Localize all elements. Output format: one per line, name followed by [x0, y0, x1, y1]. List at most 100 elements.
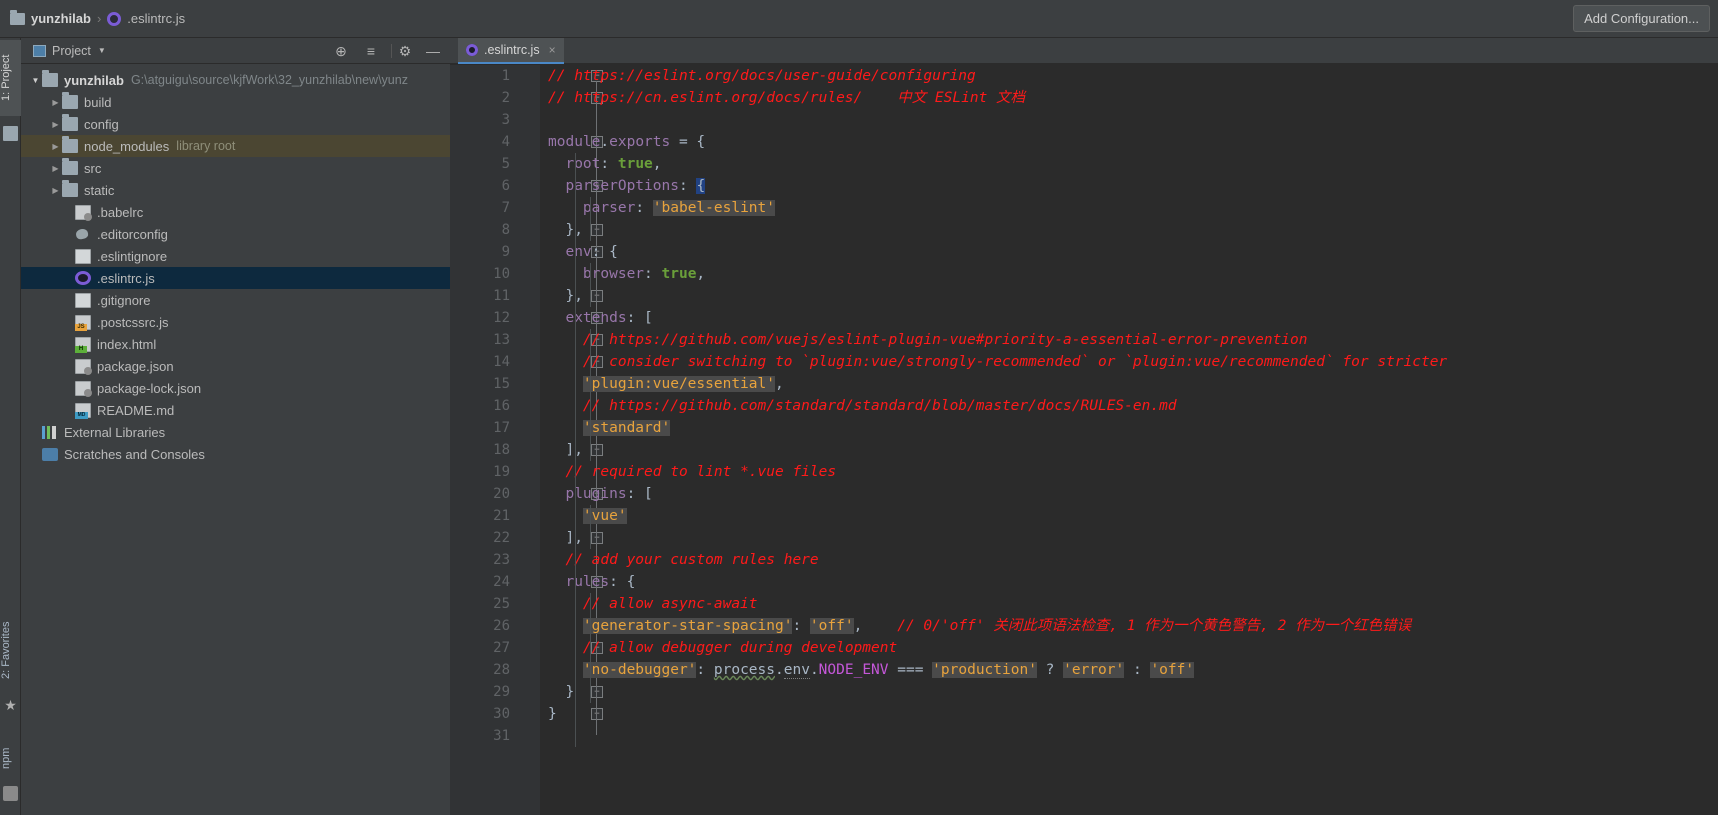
code-token: : [1124, 662, 1151, 678]
code-lines[interactable]: // https://eslint.org/docs/user-guide/co… [540, 65, 1718, 815]
code-line-21[interactable]: 'vue' [540, 505, 1718, 527]
code-line-3[interactable] [540, 109, 1718, 131]
sidebar-tab-project[interactable]: 1: Project [0, 40, 21, 116]
code-token: parserOptions [565, 178, 679, 194]
sidebar-tab-npm[interactable]: npm [0, 738, 21, 778]
tree-item--eslintignore[interactable]: .eslintignore [21, 245, 450, 267]
code-token: 'no-debugger' [582, 662, 697, 678]
code-line-6[interactable]: parserOptions: { [540, 175, 1718, 197]
editorconfig-icon [75, 227, 91, 241]
code-line-10[interactable]: browser: true, [540, 263, 1718, 285]
code-token: , [853, 618, 863, 634]
code-line-9[interactable]: env: { [540, 241, 1718, 263]
code-line-23[interactable]: // add your custom rules here [540, 549, 1718, 571]
code-line-20[interactable]: plugins: [ [540, 483, 1718, 505]
tree-item-src[interactable]: ▶ src [21, 157, 450, 179]
code-line-30[interactable]: } [540, 703, 1718, 725]
breadcrumb-file[interactable]: .eslintrc.js [107, 11, 185, 26]
indent-guide [575, 153, 576, 747]
collapse-all-icon[interactable]: ≡ [362, 42, 380, 60]
code-line-12[interactable]: extends: [ [540, 307, 1718, 329]
code-line-28[interactable]: 'no-debugger': process.env.NODE_ENV === … [540, 659, 1718, 681]
tree-item-package-lock-json[interactable]: package-lock.json [21, 377, 450, 399]
tree-item-label: src [84, 160, 102, 176]
folder-icon [62, 136, 78, 153]
tree-item-index-html[interactable]: index.html [21, 333, 450, 355]
eslint-icon [107, 11, 122, 26]
tree-item-label: package-lock.json [97, 380, 202, 396]
code-line-13[interactable]: // https://github.com/vuejs/eslint-plugi… [540, 329, 1718, 351]
code-line-27[interactable]: // allow debugger during development [540, 637, 1718, 659]
code-line-29[interactable]: } [540, 681, 1718, 703]
code-token: 'plugin:vue/essential' [582, 376, 775, 392]
tree-item-external-libraries[interactable]: External Libraries [21, 421, 450, 443]
code-line-22[interactable]: ], [540, 527, 1718, 549]
tab-eslintrc-js[interactable]: .eslintrc.js × [458, 38, 564, 64]
tree-item-readme-md[interactable]: README.md [21, 399, 450, 421]
tree-item-package-json[interactable]: package.json [21, 355, 450, 377]
code-line-1[interactable]: // https://eslint.org/docs/user-guide/co… [540, 65, 1718, 87]
hide-panel-icon[interactable]: — [424, 42, 442, 60]
chevron-right-icon[interactable]: ▶ [49, 98, 62, 107]
code-token: === [888, 662, 933, 678]
code-line-15[interactable]: 'plugin:vue/essential', [540, 373, 1718, 395]
add-configuration-button[interactable]: Add Configuration... [1573, 5, 1710, 32]
chevron-right-icon[interactable]: ▶ [49, 120, 62, 129]
tree-item-config[interactable]: ▶ config [21, 113, 450, 135]
folder-icon [62, 180, 78, 197]
tab-label: .eslintrc.js [484, 43, 540, 57]
tree-item-static[interactable]: ▶ static [21, 179, 450, 201]
close-icon[interactable]: × [549, 43, 556, 57]
code-line-24[interactable]: rules: { [540, 571, 1718, 593]
tree-item--gitignore[interactable]: .gitignore [21, 289, 450, 311]
code-area[interactable]: 1 2 3 4 5 6 7 8 9 10 11 12 13 14 15 16 17 18 19 20 21 22 23 24 2… [450, 65, 1718, 815]
line-number: 12 [493, 310, 510, 326]
sidebar-tab-favorites[interactable]: 2: Favorites [0, 608, 21, 692]
code-line-11[interactable]: }, [540, 285, 1718, 307]
code-line-4[interactable]: module.exports = { [540, 131, 1718, 153]
line-number: 28 [493, 662, 510, 678]
code-token: 'production' [932, 662, 1037, 678]
breadcrumb-project[interactable]: yunzhilab [10, 9, 91, 26]
locate-file-icon[interactable]: ⊕ [332, 42, 350, 60]
tree-item-yunzhilab[interactable]: ▼ yunzhilab G:\atguigu\source\kjfWork\32_y… [21, 69, 450, 91]
code-line-8[interactable]: }, [540, 219, 1718, 241]
tree-item-label: .editorconfig [97, 226, 168, 242]
indent-guide [590, 329, 591, 461]
code-line-31[interactable] [540, 725, 1718, 747]
chevron-right-icon[interactable]: ▶ [49, 142, 62, 151]
tree-item-scratches-and-consoles[interactable]: Scratches and Consoles [21, 443, 450, 465]
chevron-right-icon[interactable]: ▶ [49, 186, 62, 195]
code-line-14[interactable]: // consider switching to `plugin:vue/str… [540, 351, 1718, 373]
code-line-17[interactable]: 'standard' [540, 417, 1718, 439]
code-line-26[interactable]: 'generator-star-spacing': 'off', // 0/'o… [540, 615, 1718, 637]
chevron-down-icon[interactable]: ▼ [29, 76, 42, 85]
tree-item-node-modules[interactable]: ▶ node_modules library root [21, 135, 450, 157]
chevron-right-icon[interactable]: ▶ [49, 164, 62, 173]
project-folder-icon [3, 126, 18, 141]
tree-item--eslintrc-js[interactable]: .eslintrc.js [21, 267, 450, 289]
chevron-down-icon[interactable]: ▼ [98, 46, 106, 55]
folder-icon [62, 114, 78, 131]
editor-area: .eslintrc.js × 1 2 3 4 5 6 7 8 9 10 11 12 13 14 15 16 17… [450, 38, 1718, 815]
code-line-2[interactable]: // https://cn.eslint.org/docs/rules/ 中文 … [540, 87, 1718, 109]
code-token: // add your custom rules here [565, 552, 819, 568]
code-line-25[interactable]: // allow async-await [540, 593, 1718, 615]
code-line-18[interactable]: ], [540, 439, 1718, 461]
tree-item--babelrc[interactable]: .babelrc [21, 201, 450, 223]
code-line-5[interactable]: root: true, [540, 153, 1718, 175]
line-number-gutter[interactable]: 1 2 3 4 5 6 7 8 9 10 11 12 13 14 15 16 17 18 19 20 21 22 23 24 2… [450, 65, 518, 815]
line-number: 25 [493, 596, 510, 612]
gear-icon[interactable]: ⚙ [396, 42, 414, 60]
code-line-16[interactable]: // https://github.com/standard/standard/… [540, 395, 1718, 417]
code-line-19[interactable]: // required to lint *.vue files [540, 461, 1718, 483]
tree-item--editorconfig[interactable]: .editorconfig [21, 223, 450, 245]
tree-item-build[interactable]: ▶ build [21, 91, 450, 113]
code-folding-column[interactable]: −−−−−−−−−−−−−−−−−− [518, 65, 603, 815]
tree-item--postcssrc-js[interactable]: .postcssrc.js [21, 311, 450, 333]
code-token: : { [591, 244, 618, 260]
code-line-7[interactable]: parser: 'babel-eslint' [540, 197, 1718, 219]
